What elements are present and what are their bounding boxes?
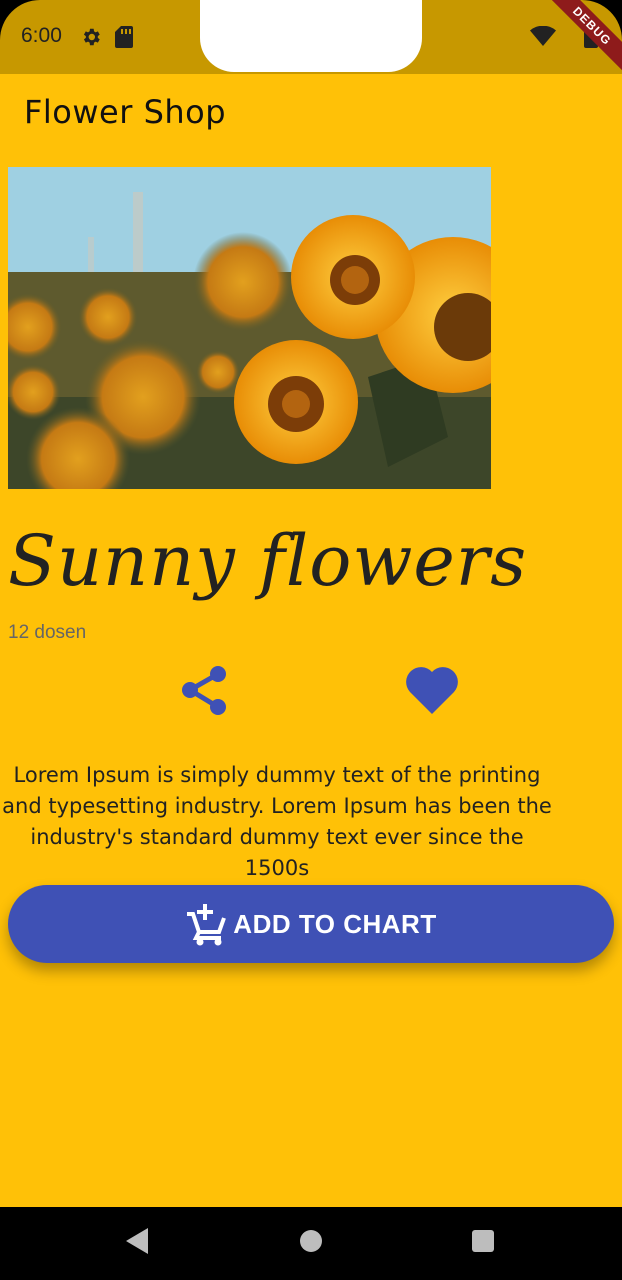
product-title: Sunny flowers [8, 520, 528, 602]
gear-icon [83, 28, 100, 46]
sd-card-icon [115, 26, 133, 48]
home-icon[interactable] [300, 1230, 322, 1252]
wifi-icon [530, 26, 556, 46]
share-button[interactable] [180, 664, 230, 716]
status-bar: 6:00 DEBUG [0, 0, 622, 76]
product-description: Lorem Ipsum is simply dummy text of the … [2, 763, 552, 880]
heart-icon [406, 667, 458, 714]
recents-icon[interactable] [472, 1230, 494, 1252]
add-to-chart-button[interactable]: ADD TO CHART [8, 885, 614, 963]
add-shopping-cart-icon [187, 904, 227, 946]
back-icon[interactable] [126, 1228, 148, 1254]
product-image [8, 167, 491, 489]
app-screen: 6:00 DEBUG Flower Shop Sunny flowers 12 … [0, 0, 622, 1207]
add-to-chart-label: ADD TO CHART [233, 908, 437, 939]
share-icon [182, 666, 226, 715]
camera-notch [200, 0, 422, 72]
system-nav-bar [0, 1207, 622, 1280]
sunflower-top [291, 215, 415, 339]
favorite-button[interactable] [404, 664, 460, 716]
sunflower-center [234, 340, 358, 464]
status-time: 6:00 [21, 24, 62, 47]
product-subtitle: 12 dosen [8, 622, 87, 643]
app-bar-title: Flower Shop [24, 93, 227, 131]
